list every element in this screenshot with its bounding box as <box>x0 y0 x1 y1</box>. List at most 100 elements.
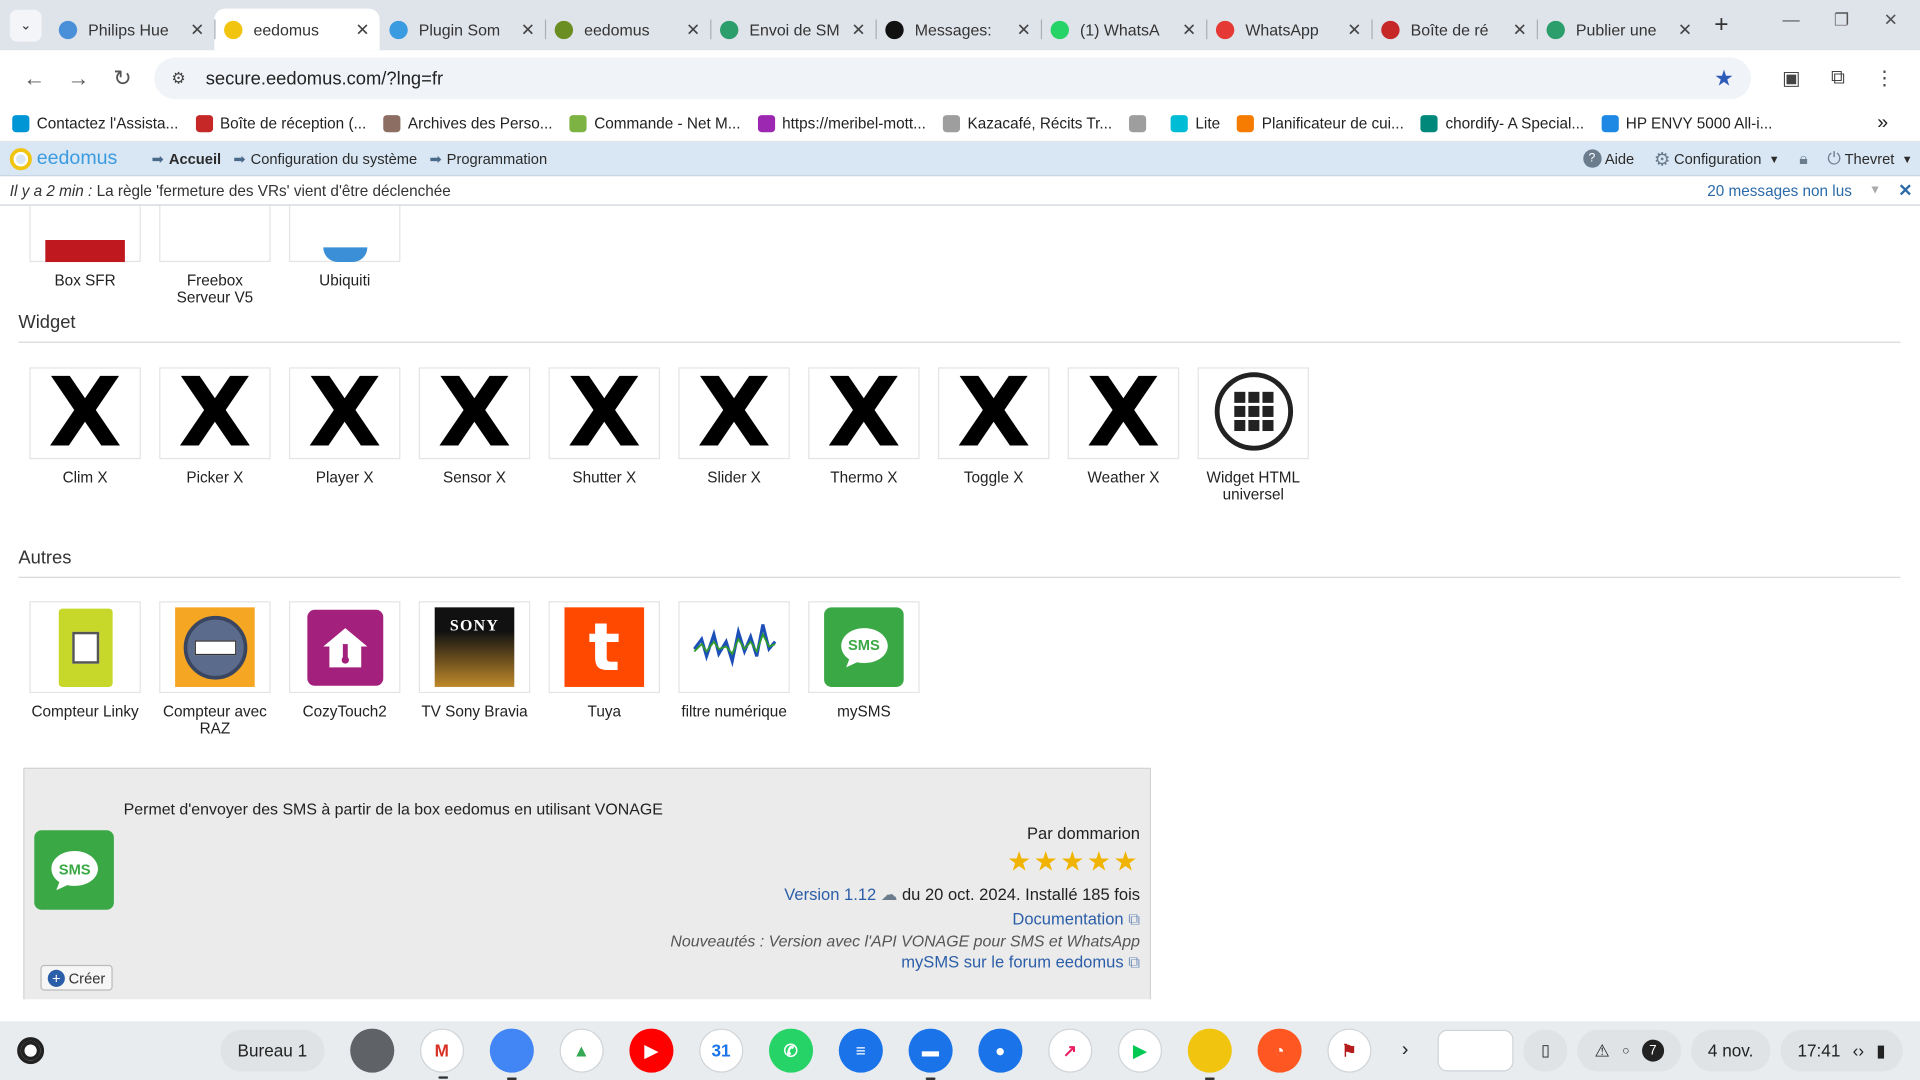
forum-link[interactable]: mySMS sur le forum eedomus <box>901 953 1123 971</box>
expand-icon[interactable]: ▼ <box>1869 184 1881 197</box>
tab-close-icon[interactable]: ✕ <box>686 19 700 40</box>
tab-close-icon[interactable]: ✕ <box>851 19 865 40</box>
bookmark-item[interactable]: Planificateur de cui... <box>1237 115 1404 133</box>
device-item[interactable]: Ubiquiti <box>288 205 401 306</box>
close-window-icon[interactable]: ✕ <box>1884 10 1898 31</box>
desk-selector[interactable]: Bureau 1 <box>220 1029 325 1072</box>
play-store-app-icon[interactable]: ▶ <box>1117 1028 1162 1073</box>
tab-close-icon[interactable]: ✕ <box>1347 19 1361 40</box>
create-button[interactable]: + Créer <box>40 964 113 991</box>
address-bar[interactable]: ⚙ secure.eedomus.com/?lng=fr ★ <box>154 57 1752 100</box>
config-menu[interactable]: ⚙ Configuration ▼ <box>1654 148 1780 170</box>
documentation-link[interactable]: Documentation <box>1012 910 1123 928</box>
image-icon[interactable]: ▣ <box>1768 66 1815 90</box>
widget-item[interactable]: X Toggle X <box>937 366 1050 503</box>
widget-item[interactable]: X Shutter X <box>548 366 661 503</box>
settings-app-icon[interactable] <box>349 1028 395 1073</box>
browser-tab[interactable]: Publier une ✕ <box>1536 9 1702 51</box>
browser-tab[interactable]: Messages: ✕ <box>875 9 1041 51</box>
phone-hub-icon[interactable]: ▯ <box>1523 1029 1568 1072</box>
tab-close-icon[interactable]: ✕ <box>1678 19 1692 40</box>
tab-close-icon[interactable]: ✕ <box>521 19 535 40</box>
clipchamp-app-icon[interactable]: ◔ <box>1257 1028 1302 1073</box>
tab-close-icon[interactable]: ✕ <box>355 19 369 40</box>
autres-item[interactable]: filtre numérique <box>678 601 790 737</box>
bookmark-item[interactable]: HP ENVY 5000 All-i... <box>1601 115 1772 133</box>
calendar-app-icon[interactable]: 31 <box>698 1028 744 1073</box>
bookmark-item[interactable]: Commande - Net M... <box>569 115 740 133</box>
browser-tab[interactable]: eedomus ✕ <box>214 8 380 51</box>
maximize-icon[interactable]: ❐ <box>1834 10 1849 31</box>
widget-item[interactable]: X Slider X <box>678 366 790 503</box>
menu-configuration-systeme[interactable]: ➡ Configuration du système <box>233 150 417 167</box>
minimize-icon[interactable]: — <box>1783 10 1800 31</box>
launcher-icon[interactable] <box>17 1037 45 1065</box>
chevron-right-icon[interactable]: › <box>1402 1040 1409 1062</box>
widget-item[interactable]: X Thermo X <box>808 366 920 503</box>
whatsapp-app-icon[interactable]: ✆ <box>768 1028 813 1073</box>
more-bookmarks-icon[interactable]: » <box>1877 113 1888 135</box>
version-link[interactable]: Version 1.12 <box>784 885 876 903</box>
back-icon[interactable]: ← <box>12 66 56 92</box>
eedomus-app-icon[interactable] <box>1187 1028 1232 1080</box>
bookmark-item[interactable]: Archives des Perso... <box>383 115 553 133</box>
tab-search-button[interactable]: ⌄ <box>9 9 42 42</box>
widget-item[interactable]: X Clim X <box>29 366 141 503</box>
reload-icon[interactable]: ↻ <box>100 66 144 92</box>
widget-item[interactable]: X Weather X <box>1067 366 1180 503</box>
bookmark-item[interactable]: chordify- A Special... <box>1420 115 1584 133</box>
gmail-app-icon[interactable]: M <box>419 1028 464 1079</box>
new-tab-button[interactable]: + <box>1714 11 1728 39</box>
autres-item[interactable]: SMS mySMS <box>808 601 920 737</box>
site-info-icon[interactable]: ⚙ <box>171 69 193 89</box>
messages-app-icon[interactable]: ≡ <box>838 1028 883 1073</box>
flag-app-icon[interactable]: ⚑ <box>1327 1028 1372 1073</box>
autres-item[interactable]: SONY TV Sony Bravia <box>418 601 531 737</box>
device-item[interactable]: Box SFR <box>29 205 141 306</box>
lock-icon[interactable]: 🔒︎ <box>1799 149 1807 169</box>
unread-messages-link[interactable]: 20 messages non lus <box>1707 182 1852 199</box>
browser-tab[interactable]: eedomus ✕ <box>544 9 710 51</box>
contacts-app-icon[interactable]: ● <box>978 1028 1023 1073</box>
tab-close-icon[interactable]: ✕ <box>1182 19 1196 40</box>
bookmark-item[interactable]: Lite <box>1170 115 1220 133</box>
bookmark-item[interactable]: Boîte de réception (... <box>195 115 366 133</box>
bookmark-item[interactable] <box>1129 115 1153 133</box>
bookmark-star-icon[interactable]: ★ <box>1714 66 1734 92</box>
drive-app-icon[interactable]: ▲ <box>559 1028 604 1073</box>
autres-item[interactable]: Compteur avec RAZ <box>159 601 271 737</box>
tab-close-icon[interactable]: ✕ <box>190 19 204 40</box>
widget-item[interactable]: Widget HTML universel <box>1197 367 1309 503</box>
widget-item[interactable]: X Player X <box>288 366 401 503</box>
widget-item[interactable]: X Picker X <box>159 366 271 503</box>
eedomus-logo[interactable]: eedomus <box>9 147 117 170</box>
chrome-app-icon[interactable] <box>489 1028 534 1080</box>
clock-pill[interactable]: 17:41 ‹› ▮ <box>1780 1029 1903 1072</box>
menu-accueil[interactable]: ➡ Accueil <box>152 150 221 167</box>
autres-item[interactable]: Compteur Linky <box>29 601 141 737</box>
extensions-icon[interactable]: ⧉ <box>1815 67 1862 89</box>
user-menu[interactable]: ⏻ Thevret ▼ <box>1827 148 1912 169</box>
holding-space-thumbnail[interactable] <box>1437 1029 1514 1072</box>
browser-tab[interactable]: (1) WhatsA ✕ <box>1040 9 1206 51</box>
browser-tab[interactable]: Plugin Som ✕ <box>380 9 545 51</box>
tab-close-icon[interactable]: ✕ <box>1017 19 1031 40</box>
notification-pill[interactable]: ⚠ ○ 7 <box>1577 1029 1681 1072</box>
bookmark-item[interactable]: Contactez l'Assista... <box>12 115 178 133</box>
menu-programmation[interactable]: ➡ Programmation <box>429 150 547 167</box>
browser-tab[interactable]: Philips Hue ✕ <box>49 9 214 51</box>
date-pill[interactable]: 4 nov. <box>1690 1029 1771 1072</box>
autres-item[interactable]: t Tuya <box>548 601 661 737</box>
help-link[interactable]: ? Aide <box>1582 149 1634 168</box>
bookmark-item[interactable]: Kazacafé, Récits Tr... <box>943 115 1112 133</box>
browser-tab[interactable]: Boîte de ré ✕ <box>1371 9 1536 51</box>
close-notification-icon[interactable]: ✕ <box>1898 180 1912 201</box>
tab-close-icon[interactable]: ✕ <box>1513 19 1527 40</box>
forward-icon[interactable]: → <box>56 66 100 92</box>
device-item[interactable]: Freebox Serveur V5 <box>159 205 271 306</box>
autres-item[interactable]: CozyTouch2 <box>288 601 401 737</box>
files-app-icon[interactable]: ▬ <box>908 1028 953 1080</box>
browser-tab[interactable]: WhatsApp ✕ <box>1206 9 1371 51</box>
shortcut-app-icon[interactable]: ↗ <box>1047 1028 1093 1073</box>
youtube-app-icon[interactable]: ▶ <box>629 1028 674 1073</box>
